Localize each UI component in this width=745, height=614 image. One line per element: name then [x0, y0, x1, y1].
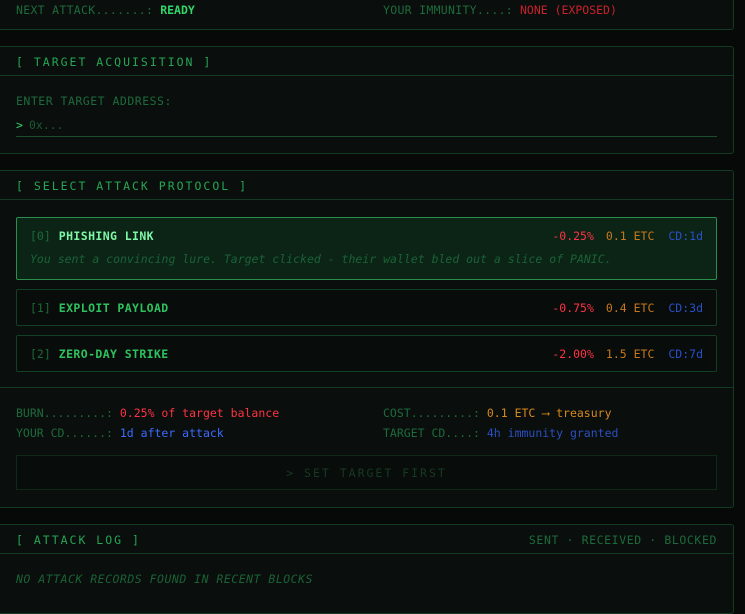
attack-cost: 0.4 ETC: [605, 301, 655, 315]
attack-protocol-panel: [ SELECT ATTACK PROTOCOL ] [0] PHISHING L…: [0, 170, 734, 508]
immunity-value: NONE (EXPOSED): [519, 3, 617, 17]
attack-cost: 0.1 ETC: [605, 229, 655, 243]
attack-index: [2]: [30, 347, 51, 361]
attack-option-phishing-link[interactable]: [0] PHISHING LINK -0.25% 0.1 ETC CD:1d You …: [16, 217, 717, 280]
attack-log-title: [ ATTACK LOG ]: [16, 533, 141, 547]
attack-name: ZERO-DAY STRIKE: [58, 347, 169, 361]
burn-value: 0.25% of target balance: [119, 406, 280, 420]
target-cd-label: TARGET CD....:: [383, 426, 480, 440]
attack-name: PHISHING LINK: [58, 229, 154, 243]
log-empty-message: NO ATTACK RECORDS FOUND IN RECENT BLOCKS: [16, 572, 313, 586]
attack-burn: -2.00%: [552, 347, 594, 361]
attack-cooldown: CD:3d: [668, 301, 703, 315]
section-divider: [0, 387, 733, 388]
attack-stats: -2.00% 1.5 ETC CD:7d: [552, 347, 703, 361]
target-address-label: ENTER TARGET ADDRESS:: [16, 94, 172, 108]
target-cd-value: 4h immunity granted: [486, 426, 619, 440]
attack-stats: -0.25% 0.1 ETC CD:1d: [552, 229, 703, 243]
summary-row-cooldowns: YOUR CD......: 1d after attack TARGET CD…: [16, 426, 716, 442]
attack-burn: -0.75%: [552, 301, 594, 315]
attack-protocol-header: [ SELECT ATTACK PROTOCOL ]: [0, 171, 733, 200]
status-row: NEXT ATTACK.......: READY YOUR IMMUNITY.…: [16, 3, 717, 17]
attack-burn: -0.25%: [552, 229, 594, 243]
attack-cost: 1.5 ETC: [605, 347, 655, 361]
target-input-wrapper: >: [16, 115, 717, 137]
attack-option-zero-day-strike[interactable]: [2] ZERO-DAY STRIKE -2.00% 1.5 ETC CD:7d: [16, 335, 717, 372]
status-panel: NEXT ATTACK.......: READY YOUR IMMUNITY.…: [0, 0, 734, 30]
cost-value: 0.1 ETC ⟶ treasury: [486, 406, 612, 420]
attack-row: [0] PHISHING LINK -0.25% 0.1 ETC CD:1d: [30, 229, 703, 245]
log-filter-tabs[interactable]: SENT · RECEIVED · BLOCKED: [529, 533, 717, 547]
target-acquisition-header: [ TARGET ACQUISITION ]: [0, 47, 733, 76]
immunity-group: YOUR IMMUNITY....: NONE (EXPOSED): [383, 3, 617, 17]
prompt-chevron-icon: >: [16, 118, 23, 132]
next-attack-value: READY: [160, 3, 195, 17]
cost-group: COST.........: 0.1 ETC ⟶ treasury: [383, 406, 612, 420]
burn-label: BURN.........:: [16, 406, 113, 420]
summary-row-burn-cost: BURN.........: 0.25% of target balance C…: [16, 406, 716, 422]
attack-log-panel: [ ATTACK LOG ] SENT · RECEIVED · BLOCKED…: [0, 524, 734, 614]
attack-row: [1] EXPLOIT PAYLOAD -0.75% 0.4 ETC CD:3d: [30, 301, 703, 317]
immunity-label: YOUR IMMUNITY....:: [383, 3, 514, 17]
attack-option-exploit-payload[interactable]: [1] EXPLOIT PAYLOAD -0.75% 0.4 ETC CD:3d: [16, 289, 717, 326]
cost-label: COST.........:: [383, 406, 480, 420]
attack-stats: -0.75% 0.4 ETC CD:3d: [552, 301, 703, 315]
next-attack-label: NEXT ATTACK.......:: [16, 3, 154, 17]
your-cd-label: YOUR CD......:: [16, 426, 113, 440]
target-acquisition-panel: [ TARGET ACQUISITION ] ENTER TARGET ADDR…: [0, 46, 734, 154]
attack-index: [1]: [30, 301, 51, 315]
execute-attack-button[interactable]: > SET TARGET FIRST: [16, 455, 717, 490]
attack-index: [0]: [30, 229, 51, 243]
attack-log-header: [ ATTACK LOG ] SENT · RECEIVED · BLOCKED: [0, 525, 733, 554]
attack-description: You sent a convincing lure. Target click…: [30, 252, 612, 266]
your-cd-value: 1d after attack: [119, 426, 224, 440]
target-address-input[interactable]: [29, 115, 709, 135]
target-cd-group: TARGET CD....: 4h immunity granted: [383, 426, 618, 440]
attack-cooldown: CD:7d: [668, 347, 703, 361]
attack-row: [2] ZERO-DAY STRIKE -2.00% 1.5 ETC CD:7d: [30, 347, 703, 363]
attack-cooldown: CD:1d: [668, 229, 703, 243]
attack-name: EXPLOIT PAYLOAD: [58, 301, 169, 315]
